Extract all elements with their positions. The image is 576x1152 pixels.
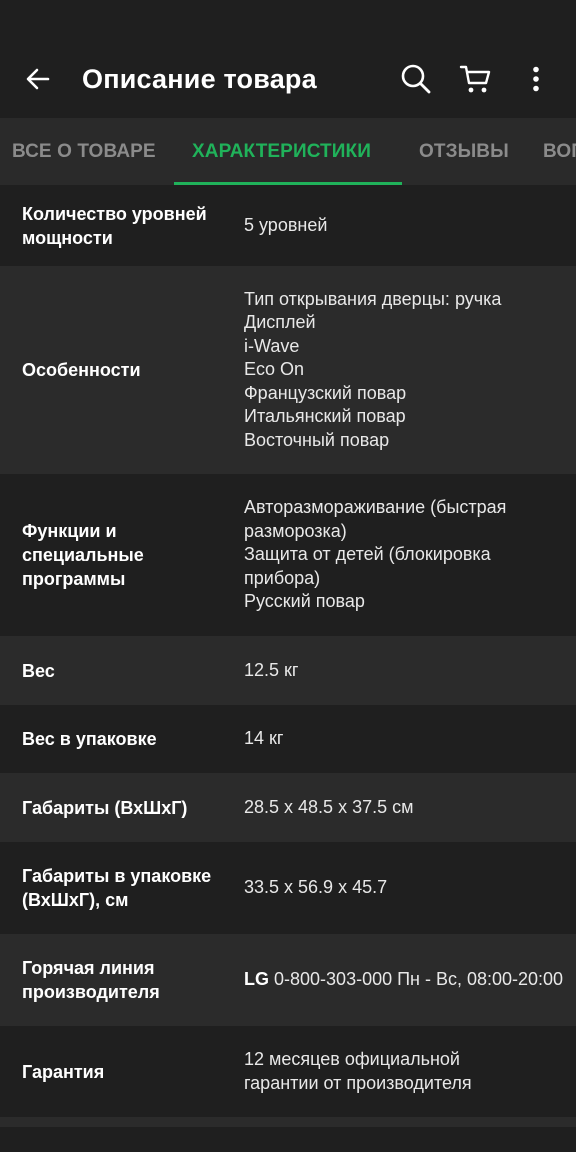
status-bar (0, 0, 576, 40)
spec-row-next (0, 1127, 576, 1152)
hotline-value: 0-800-303-000 Пн - Вс, 08:00-20:00 (274, 969, 564, 990)
spec-name: Количество уровней мощности (22, 203, 207, 248)
spec-name: Вес в упаковке (22, 729, 157, 749)
spec-row-dimensions: Габариты (ВхШхГ) 28.5 x 48.5 x 37.5 см (0, 773, 576, 842)
spec-value-line: Тип открывания дверцы: ручка (244, 288, 502, 309)
spec-value-line: Итальянский повар (244, 406, 406, 427)
spec-row-weight-packed: Вес в упаковке 14 кг (0, 705, 576, 773)
spec-name: Гарантия (22, 1061, 105, 1082)
spec-name: Габариты (ВхШхГ) (22, 797, 188, 818)
spec-row-weight: Вес 12.5 кг (0, 636, 576, 705)
tab-reviews[interactable]: ОТЗЫВЫ (419, 118, 509, 185)
spec-row-dimensions-packed: Габариты в упаковке (ВхШхГ), см 33.5 x 5… (0, 842, 576, 934)
page-title: Описание товара (82, 63, 317, 94)
tab-questions[interactable]: ВОПРОСЫ (543, 118, 576, 185)
spec-row-functions: Функции и специальные программы Авторазм… (0, 474, 576, 636)
more-options-button[interactable] (506, 49, 566, 109)
spec-value-line: Русский повар (244, 591, 365, 612)
spec-value-line: Защита от детей (блокировка прибора) (244, 544, 491, 588)
spec-value: 12.5 кг (244, 659, 299, 680)
specs-table: Количество уровней мощности 5 уровней Ос… (0, 185, 576, 1152)
spec-row-warranty: Гарантия 12 месяцев официальной гарантии… (0, 1026, 576, 1117)
spec-name: Функции и специальные программы (22, 521, 144, 589)
spec-value: 5 уровней (244, 214, 328, 235)
spec-row-power-levels: Количество уровней мощности 5 уровней (0, 185, 576, 266)
search-icon (401, 64, 431, 94)
spec-value: 14 кг (244, 728, 284, 749)
tab-bar: ВСЕ О ТОВАРЕ ХАРАКТЕРИСТИКИ ОТЗЫВЫ ВОПРО… (0, 118, 576, 185)
spec-value-line: i-Wave (244, 335, 300, 356)
spec-value: 33.5 x 56.9 x 45.7 (244, 877, 388, 898)
spec-row-features: Особенности Тип открывания дверцы: ручка… (0, 266, 576, 474)
tab-characteristics[interactable]: ХАРАКТЕРИСТИКИ (192, 118, 371, 185)
spec-value-line: Восточный повар (244, 429, 390, 450)
arrow-left-icon (26, 68, 50, 90)
cart-icon (459, 65, 491, 93)
spec-value: 28.5 x 48.5 x 37.5 см (244, 796, 414, 817)
spec-name: Особенности (22, 360, 141, 380)
spec-name: Вес (22, 660, 55, 681)
spec-name: Горячая линия производителя (22, 958, 160, 1002)
spec-value: Тип открывания дверцы: ручка Дисплей i-W… (244, 288, 576, 453)
spec-value-line: Eco On (244, 359, 305, 380)
spec-value-line: Дисплей (244, 312, 316, 333)
spec-value-line: Французский повар (244, 382, 407, 403)
spec-value: Авторазмораживание (быстрая разморозка) … (244, 496, 576, 614)
brand-name: LG (244, 969, 269, 990)
spec-value: LG 0-800-303-000 Пн - Вс, 08:00-20:00 (244, 968, 576, 992)
spec-row-divider (0, 1117, 576, 1127)
tab-all-about-product[interactable]: ВСЕ О ТОВАРЕ (12, 118, 156, 185)
back-button[interactable] (14, 55, 62, 103)
app-bar: Описание товара (0, 40, 576, 118)
search-button[interactable] (386, 49, 446, 109)
spec-row-hotline: Горячая линия производителя LG 0-800-303… (0, 934, 576, 1026)
spec-value: 12 месяцев официальной гарантии от произ… (244, 1049, 472, 1093)
app-bar-actions (386, 40, 566, 118)
more-vertical-icon (533, 66, 539, 92)
cart-button[interactable] (446, 49, 506, 109)
spec-name: Габариты в упаковке (ВхШхГ), см (22, 866, 212, 910)
spec-value-line: Авторазмораживание (быстрая разморозка) (244, 497, 507, 541)
